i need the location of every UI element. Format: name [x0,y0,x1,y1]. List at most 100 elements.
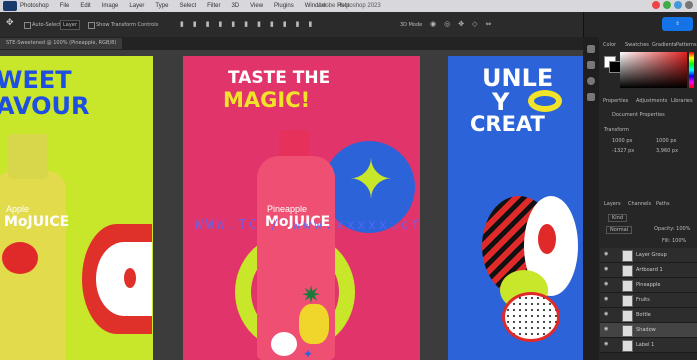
menu-layer[interactable]: Layer [129,3,144,9]
status-icon[interactable] [663,1,671,9]
tab-patterns[interactable]: Patterns [676,42,697,48]
target-select[interactable]: Layer [60,20,80,30]
x-field[interactable]: -1327 px [612,148,634,154]
color-picker-field[interactable] [620,52,687,88]
watermark-text: WWW.TC / www.xxxxx.cf [195,218,423,233]
layers-icon[interactable] [587,93,595,101]
layer-kind-filter[interactable]: Kind [608,214,628,222]
layer-row[interactable]: ◉ Layer Group [600,248,697,263]
menu-3d[interactable]: 3D [231,3,239,9]
left-headline-1: WEET [0,66,72,94]
show-transform-label: Show Transform Controls [96,22,159,28]
menu-extras [652,1,693,9]
right-headline-1: UNLE [482,64,554,92]
sparkle-icon: ✦ [348,148,394,211]
layer-name: Label 1 [636,342,655,348]
tab-adjustments[interactable]: Adjustments [636,98,667,104]
visibility-icon[interactable]: ◉ [604,312,610,317]
layer-thumbnail [622,250,633,262]
layer-thumbnail [622,265,633,277]
tomato-character [2,242,38,274]
layer-thumbnail [622,310,633,322]
layer-row[interactable]: ◉ Bottle [600,308,697,323]
menu-app[interactable]: Photoshop [20,3,49,9]
height-field[interactable]: 1000 px [656,138,676,144]
user-icon[interactable] [685,1,693,9]
tab-color[interactable]: Color [603,42,616,48]
red-apple-core [538,224,556,254]
artboard-center[interactable]: TASTE THE MAGIC! ✦ Pineapple MoJUICE ✷ ✦ [183,56,420,360]
menu-bar: Photoshop File Edit Image Layer Type Sel… [0,0,697,12]
layer-thumbnail [622,325,633,337]
layer-row[interactable]: ◉ Fruits [600,293,697,308]
visibility-icon[interactable]: ◉ [604,297,610,302]
menu-edit[interactable]: Edit [80,3,90,9]
visibility-icon[interactable]: ◉ [604,267,610,272]
blend-mode-select[interactable]: Normal [606,226,633,234]
tab-swatches[interactable]: Swatches [625,42,649,48]
layer-row-selected[interactable]: ◉ Shadow [600,323,697,338]
align-icons[interactable]: ▮▮▮▮▮▮▮▮▮▮▮ [180,20,360,28]
right-headline-3: CREAT [470,112,545,136]
hue-slider[interactable] [689,52,694,88]
menu-type[interactable]: Type [155,3,168,9]
layer-thumbnail [622,280,633,292]
layer-thumbnail [622,295,633,307]
tab-properties[interactable]: Properties [603,98,628,104]
layer-name: Artboard 1 [636,267,663,273]
center-headline-2: MAGIC! [223,88,311,112]
layer-row[interactable]: ◉ Pineapple [600,278,697,293]
move-tool-icon[interactable]: ✥ [6,18,16,28]
pineapple-character [299,304,329,344]
fill-field[interactable]: Fill: 100% [662,238,686,244]
history-icon[interactable] [587,45,595,53]
artboard-right[interactable]: UNLE Y CREAT [448,56,583,360]
photoshop-logo-icon [3,1,17,11]
pineapple-leaves: ✷ [301,281,322,309]
record-icon[interactable] [652,1,660,9]
window-title: Adobe Photoshop 2023 [318,3,381,9]
menu-view[interactable]: View [250,3,263,9]
layer-row[interactable]: ◉ Label 1 [600,338,697,353]
tab-libraries[interactable]: Libraries [671,98,693,104]
adjustments-icon[interactable] [587,77,595,85]
left-label-top: Apple [6,204,30,214]
auto-select-checkbox[interactable] [24,22,31,29]
left-label-bottom: MoJUICE [4,214,70,230]
share-button[interactable]: ⇧ [662,17,693,31]
blue-sparkle-icon: ✦ [303,347,314,360]
transform-checkbox[interactable] [88,22,95,29]
visibility-icon[interactable]: ◉ [604,252,610,257]
width-field[interactable]: 1000 px [612,138,632,144]
properties-icon[interactable] [587,61,595,69]
tab-layers[interactable]: Layers [604,201,621,207]
visibility-icon[interactable]: ◉ [604,327,610,332]
menu-select[interactable]: Select [179,3,196,9]
tab-channels[interactable]: Channels [628,201,651,207]
3d-icons[interactable]: ◉◎✥◇⇔ [430,20,510,28]
canvas-area[interactable]: WEET AVOUR Apple MoJUICE TASTE THE MAGIC… [0,50,583,360]
auto-select-label: Auto-Select [32,22,61,28]
menu-file[interactable]: File [60,3,70,9]
y-field[interactable]: 3,960 px [656,148,678,154]
layer-name: Layer Group [636,252,667,258]
document-tab[interactable]: STE-Sweetened @ 100% (Pineapple, RGB/8) [0,38,123,49]
layer-thumbnail [622,340,633,352]
opacity-field[interactable]: Opacity: 100% [654,226,690,232]
tab-gradients[interactable]: Gradients [652,42,676,48]
artboard-left[interactable]: WEET AVOUR Apple MoJUICE [0,56,153,360]
menu-filter[interactable]: Filter [207,3,220,9]
menu-plugins[interactable]: Plugins [274,3,294,9]
menu-image[interactable]: Image [102,3,119,9]
wifi-icon[interactable] [674,1,682,9]
center-headline-1: TASTE THE [228,68,331,88]
dotted-ball-graphic [271,332,297,356]
visibility-icon[interactable]: ◉ [604,282,610,287]
layer-name: Bottle [636,312,651,318]
transform-label: Transform [604,127,629,133]
layer-name: Fruits [636,297,650,303]
properties-doc-label: Document Properties [612,112,665,118]
visibility-icon[interactable]: ◉ [604,342,610,347]
tab-paths[interactable]: Paths [656,201,670,207]
layer-row[interactable]: ◉ Artboard 1 [600,263,697,278]
